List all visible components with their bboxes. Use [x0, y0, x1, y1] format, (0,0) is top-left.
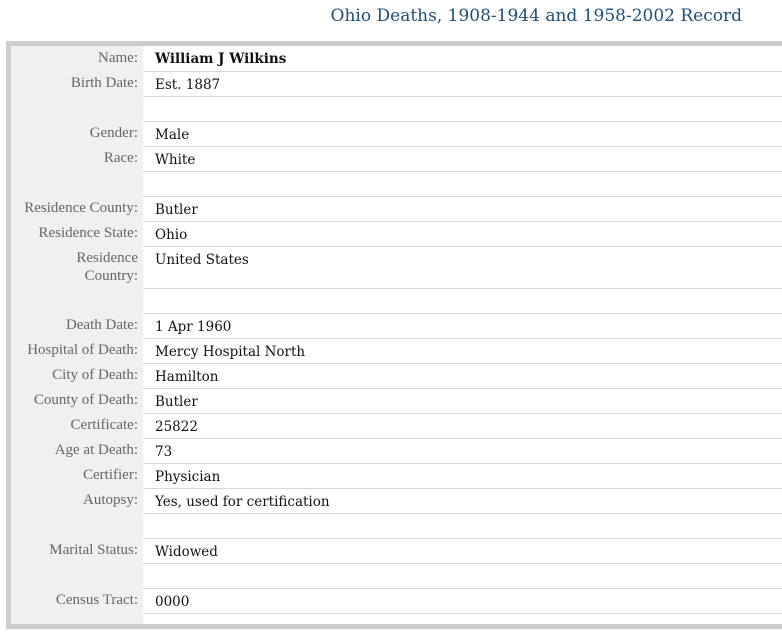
record-row-name: Name: William J Wilkins [11, 46, 782, 72]
record-row-residence-county: Residence County: Butler [11, 196, 782, 222]
field-label [11, 96, 143, 121]
field-label: Certificate: [70, 417, 138, 433]
record-row-residence-state: Residence State: Ohio [11, 221, 782, 247]
record-row-spacer [11, 513, 782, 539]
field-label: Autopsy: [82, 492, 138, 508]
field-label: Gender: [89, 125, 138, 141]
field-label [11, 513, 143, 538]
record-row-gender: Gender: Male [11, 121, 782, 147]
field-value: Physician [143, 463, 782, 489]
record-row-certificate: Certificate: 25822 [11, 413, 782, 439]
record-row-birth-date: Birth Date: Est. 1887 [11, 71, 782, 97]
field-value-name: William J Wilkins [143, 46, 782, 72]
record-row-spacer [11, 288, 782, 314]
field-value: 25822 [143, 413, 782, 439]
record-row-marital-status: Marital Status: Widowed [11, 538, 782, 564]
record-row-census-tract: Census Tract: 0000 [11, 588, 782, 614]
record-row-certifier: Certifier: Physician [11, 463, 782, 489]
field-value: White [143, 146, 782, 172]
field-label [11, 171, 143, 196]
field-label: Residence Country: [76, 250, 138, 284]
field-label: County of Death: [33, 392, 138, 408]
record-row-spacer [11, 171, 782, 197]
field-value: Hamilton [143, 363, 782, 389]
record-row-autopsy: Autopsy: Yes, used for certification [11, 488, 782, 514]
field-value: Yes, used for certification [143, 488, 782, 514]
record-row-hospital-of-death: Hospital of Death: Mercy Hospital North [11, 338, 782, 364]
field-value: United States [143, 246, 782, 289]
field-label: Name: [98, 50, 138, 66]
record-row-race: Race: White [11, 146, 782, 172]
field-label [11, 288, 143, 313]
field-label: Residence County: [24, 200, 138, 216]
field-value [143, 288, 782, 314]
field-label: City of Death: [52, 367, 138, 383]
field-value: Est. 1887 [143, 71, 782, 97]
field-label: Hospital of Death: [27, 342, 138, 358]
field-label: Race: [103, 150, 138, 166]
field-label: Residence State: [38, 225, 138, 241]
record-row-residence-country: Residence Country: United States [11, 246, 782, 289]
field-value [143, 563, 782, 589]
record-row-age-at-death: Age at Death: 73 [11, 438, 782, 464]
field-value [143, 513, 782, 539]
field-label: Certifier: [83, 467, 138, 483]
field-value: 0000 [143, 588, 782, 614]
field-label [11, 563, 143, 588]
field-label: Age at Death: [54, 442, 138, 458]
field-label: Census Tract: [55, 592, 138, 608]
record-panel: Name: William J Wilkins Birth Date: Est.… [11, 46, 782, 624]
field-value: Butler [143, 196, 782, 222]
field-label: Marital Status: [49, 542, 138, 558]
field-value: 73 [143, 438, 782, 464]
record-row-spacer [11, 563, 782, 589]
record-frame: Name: William J Wilkins Birth Date: Est.… [6, 41, 782, 629]
field-label: Death Date: [65, 317, 138, 333]
field-label: Birth Date: [70, 75, 138, 91]
record-row-spacer [11, 96, 782, 122]
record-table: Name: William J Wilkins Birth Date: Est.… [11, 46, 782, 614]
field-value: Widowed [143, 538, 782, 564]
record-row-city-of-death: City of Death: Hamilton [11, 363, 782, 389]
field-value [143, 171, 782, 197]
field-value: 1 Apr 1960 [143, 313, 782, 339]
field-value: Mercy Hospital North [143, 338, 782, 364]
field-value: Male [143, 121, 782, 147]
field-value: Butler [143, 388, 782, 414]
field-value [143, 96, 782, 122]
record-title: Ohio Deaths, 1908-1944 and 1958-2002 Rec… [330, 6, 742, 26]
record-row-death-date: Death Date: 1 Apr 1960 [11, 313, 782, 339]
field-value: Ohio [143, 221, 782, 247]
record-row-county-of-death: County of Death: Butler [11, 388, 782, 414]
